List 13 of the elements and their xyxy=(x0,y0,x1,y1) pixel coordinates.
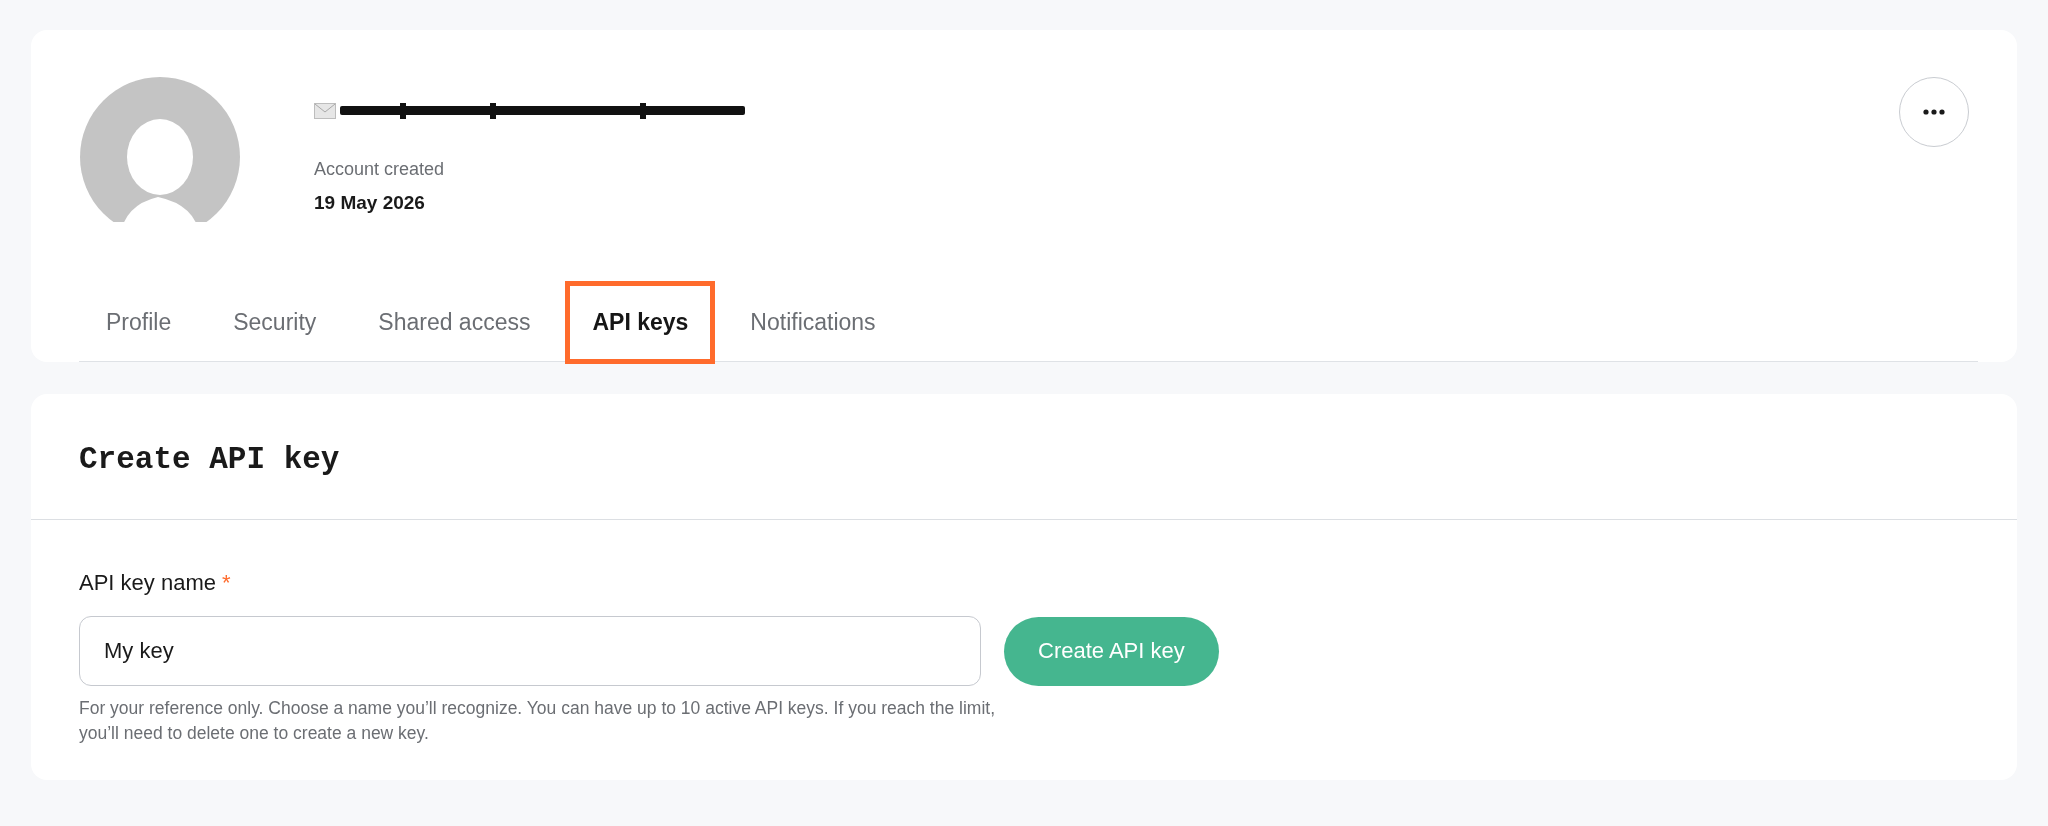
envelope-icon xyxy=(314,103,336,119)
tab[interactable]: API keys xyxy=(565,281,716,364)
account-created-date: 19 May 2026 xyxy=(314,192,426,214)
key-name-field[interactable]: My key xyxy=(79,616,981,686)
tab[interactable]: Shared access xyxy=(351,281,558,364)
field-label: API key name * xyxy=(79,570,232,596)
section-title: Create API key xyxy=(31,394,2017,520)
tab[interactable]: Profile xyxy=(79,281,199,364)
help-text: For your reference only. Choose a name you’ll recognize. You can have up to 10 active API keys. If you reach the limit, you’ll need to delete one to create a new key. xyxy=(79,697,996,745)
more-icon xyxy=(1923,109,1945,115)
account-created-label: Account created xyxy=(314,159,446,180)
tab[interactable]: Security xyxy=(206,281,344,364)
tab[interactable]: Notifications xyxy=(723,281,903,364)
